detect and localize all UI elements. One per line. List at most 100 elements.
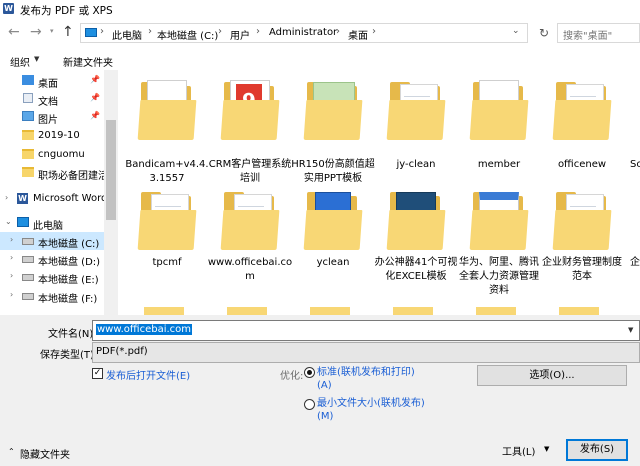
sidebar-item-documents[interactable]: 文档 📌	[0, 90, 104, 108]
file-item[interactable]: Sc	[622, 78, 640, 188]
sidebar-item-desktop[interactable]: 桌面 📌	[0, 72, 104, 90]
file-item[interactable]: 9 CRM客户管理系统培训	[207, 78, 293, 188]
optimize-label: 优化:	[280, 371, 304, 382]
file-name: Bandicam+v4.4.3.1557	[125, 159, 209, 184]
expand-chevron-icon[interactable]: ›	[10, 235, 13, 244]
refresh-icon[interactable]: ↻	[534, 23, 554, 43]
tools-dropdown-icon[interactable]: ▼	[544, 445, 549, 453]
computer-icon	[17, 217, 29, 227]
breadcrumb-desktop[interactable]: 桌面	[348, 27, 368, 42]
breadcrumb-separator-icon: ›	[148, 26, 152, 37]
file-item[interactable]: yclean	[290, 188, 376, 298]
publish-button[interactable]: 发布(S)	[566, 439, 628, 461]
file-item[interactable]: HR150份高颜值超实用PPT模板	[290, 78, 376, 188]
folder-icon	[220, 188, 282, 252]
sidebar-item-drive-d[interactable]: › 本地磁盘 (D:)	[0, 250, 104, 268]
folder-icon	[552, 188, 614, 252]
sidebar-item-this-pc[interactable]: ⌄ 此电脑	[0, 214, 104, 232]
breadcrumb-drive-c[interactable]: 本地磁盘 (C:)	[157, 27, 218, 42]
sidebar-item-drive-c[interactable]: › 本地磁盘 (C:)	[0, 232, 104, 250]
recent-dropdown-icon[interactable]: ▾	[50, 27, 54, 35]
optimize-standard-radio[interactable]	[304, 367, 315, 378]
up-arrow-icon[interactable]: ↑	[62, 24, 74, 40]
sidebar-item-microsoft-word[interactable]: › W Microsoft Word	[0, 190, 104, 208]
folder-icon	[559, 307, 599, 315]
folder-icon	[303, 188, 365, 252]
sidebar-item-teambuilding[interactable]: 职场必备团建活	[0, 164, 104, 182]
file-name: yclean	[316, 257, 350, 268]
folder-icon	[469, 78, 531, 142]
sidebar-item-label: 图片	[38, 115, 58, 126]
options-button[interactable]: 选项(O)...	[477, 365, 627, 386]
hide-folders-chevron-icon[interactable]: ⌃	[8, 447, 15, 456]
sidebar-item-drive-f[interactable]: › 本地磁盘 (F:)	[0, 287, 104, 305]
organize-button[interactable]: 组织	[10, 54, 30, 69]
folder-icon: 9	[220, 78, 282, 142]
breadcrumb-administrator[interactable]: Administrator	[269, 27, 337, 38]
file-name: Sc	[630, 159, 640, 170]
folder-icon	[386, 188, 448, 252]
hide-folders-button[interactable]: 隐藏文件夹	[20, 446, 70, 461]
desktop-icon	[22, 75, 34, 85]
word-icon: W	[17, 193, 28, 204]
new-folder-button[interactable]: 新建文件夹	[63, 54, 113, 69]
file-item[interactable]: member	[456, 78, 542, 188]
file-name: 企业财务管理制度范本	[542, 257, 622, 282]
file-item[interactable]: 办公神器41个可视化EXCEL模板	[373, 188, 459, 298]
breadcrumb-separator-icon: ›	[256, 26, 260, 37]
optimize-standard-label[interactable]: 标准(联机发布和打印) (A)	[317, 366, 415, 392]
folder-icon	[310, 307, 350, 315]
forward-arrow-icon[interactable]: →	[30, 24, 42, 40]
sidebar-item-pictures[interactable]: 图片 📌	[0, 108, 104, 126]
open-after-publish-label[interactable]: 发布后打开文件(E)	[106, 367, 190, 382]
breadcrumb-this-pc[interactable]: 此电脑	[112, 27, 142, 42]
filename-dropdown-icon[interactable]: ▼	[628, 326, 633, 334]
file-name: CRM客户管理系统培训	[208, 159, 292, 184]
file-item[interactable]: officenew	[539, 78, 625, 188]
folder-icon	[137, 188, 199, 252]
drive-icon	[22, 274, 34, 281]
expand-chevron-icon[interactable]: ›	[10, 271, 13, 280]
sidebar-item-label: 桌面	[38, 79, 58, 90]
optimize-minimum-label[interactable]: 最小文件大小(联机发布) (M)	[317, 397, 425, 423]
optimize-minimum-radio[interactable]	[304, 399, 315, 410]
sidebar-item-drive-e[interactable]: › 本地磁盘 (E:)	[0, 268, 104, 286]
sidebar-item-cnguomu[interactable]: cnguomu	[0, 146, 104, 164]
file-item[interactable]: tpcmf	[124, 188, 210, 298]
file-item[interactable]: 企	[622, 188, 640, 298]
file-list: Bandicam+v4.4.3.1557 9 CRM客户管理系统培训 HR150…	[118, 70, 640, 315]
expand-chevron-icon[interactable]: ›	[10, 290, 13, 299]
breadcrumb-separator-icon: ›	[218, 26, 222, 37]
organize-dropdown-icon[interactable]: ▼	[34, 55, 39, 63]
sidebar-item-label: 文档	[38, 97, 58, 108]
computer-icon	[85, 28, 97, 37]
file-item[interactable]: 企业财务管理制度范本	[539, 188, 625, 298]
address-dropdown-icon[interactable]: ⌄	[512, 26, 520, 36]
file-item[interactable]: Bandicam+v4.4.3.1557	[124, 78, 210, 188]
file-item[interactable]: 华为、阿里、腾讯全套人力资源管理资料	[456, 188, 542, 298]
filename-value[interactable]: www.officebai.com	[96, 324, 193, 335]
file-name: www.officebai.com	[207, 257, 293, 282]
back-arrow-icon[interactable]: ←	[8, 24, 20, 40]
folder-icon	[393, 307, 433, 315]
collapse-chevron-icon[interactable]: ⌄	[5, 217, 12, 226]
filetype-select[interactable]	[92, 342, 640, 363]
pin-icon: 📌	[90, 75, 100, 84]
breadcrumb-users[interactable]: 用户	[230, 27, 250, 42]
open-after-publish-checkbox[interactable]: ✓	[92, 368, 103, 379]
window-title: 发布为 PDF 或 XPS	[20, 5, 113, 17]
folder-icon	[22, 149, 34, 159]
sidebar-scrollbar-thumb[interactable]	[106, 120, 116, 220]
expand-chevron-icon[interactable]: ›	[5, 193, 8, 202]
sidebar-item-label: 本地磁盘 (D:)	[38, 257, 101, 268]
breadcrumb-separator-icon: ›	[372, 26, 376, 37]
file-item[interactable]: jy-clean	[373, 78, 459, 188]
folder-icon	[386, 78, 448, 142]
sidebar-item-2019-10[interactable]: 2019-10	[0, 127, 104, 145]
file-item[interactable]: www.officebai.com	[207, 188, 293, 298]
drive-icon	[22, 256, 34, 263]
expand-chevron-icon[interactable]: ›	[10, 253, 13, 262]
sidebar-item-label: 2019-10	[38, 130, 80, 141]
drive-icon	[22, 238, 34, 245]
tools-button[interactable]: 工具(L)	[502, 443, 535, 458]
